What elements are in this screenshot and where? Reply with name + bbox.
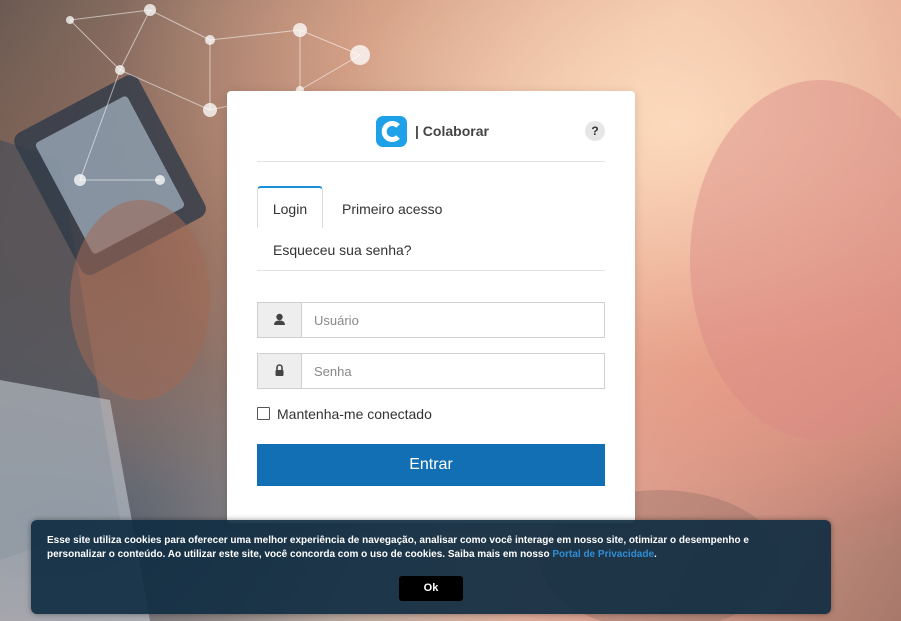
tabs-divider [257,270,605,271]
login-submit-button[interactable]: Entrar [257,444,605,486]
help-button[interactable]: ? [585,121,605,141]
colaborar-logo-icon [376,116,407,147]
password-field [257,353,605,389]
cookie-ok-button[interactable]: Ok [399,576,463,601]
tab-login[interactable]: Login [257,186,323,228]
cookie-text: Esse site utiliza cookies para oferecer … [47,534,787,562]
tab-forgot-password[interactable]: Esqueceu sua senha? [273,242,412,258]
cookie-message-end: . [654,549,657,560]
remember-me: Mantenha-me conectado [257,406,432,422]
remember-checkbox[interactable] [257,407,270,420]
privacy-portal-link[interactable]: Portal de Privacidade [552,549,654,560]
password-input[interactable] [302,354,602,388]
lock-icon [258,354,302,388]
user-icon [258,303,302,337]
login-card: | Colaborar ? Login Primeiro acesso Esqu… [227,91,635,523]
header-divider [257,161,605,162]
app-title: | Colaborar [415,123,489,139]
logo-row: | Colaborar ? [227,113,635,149]
tab-primeiro-acesso[interactable]: Primeiro acesso [342,201,442,217]
remember-label: Mantenha-me conectado [277,406,432,422]
cookie-banner: Esse site utiliza cookies para oferecer … [31,520,831,614]
username-input[interactable] [302,303,602,337]
username-field [257,302,605,338]
